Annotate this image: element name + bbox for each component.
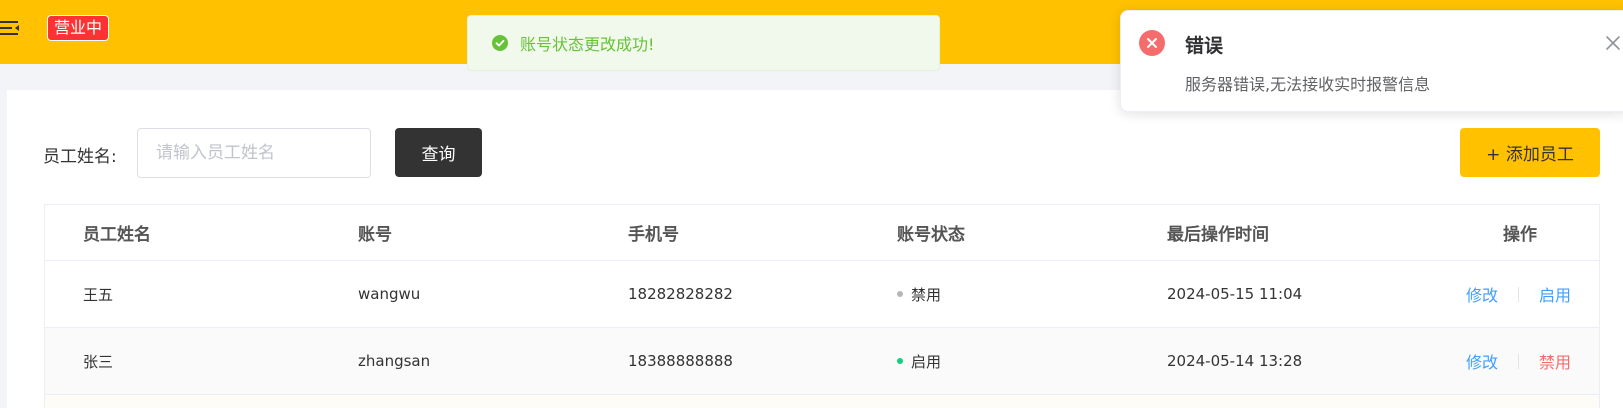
employee-name: 王五	[83, 285, 114, 304]
table-row	[45, 395, 1599, 408]
employee-account: zhangsan	[358, 352, 431, 370]
last-op-time: 2024-05-15 11:04	[1167, 285, 1303, 303]
table-row: 王五 wangwu 18282828282 禁用 2024-05-15 11:0…	[45, 261, 1599, 328]
header-account: 账号	[358, 225, 392, 245]
close-icon[interactable]	[1605, 35, 1621, 51]
menu-fold-icon[interactable]	[0, 18, 20, 38]
status-dot	[897, 291, 903, 297]
disable-link[interactable]: 禁用	[1539, 349, 1571, 373]
account-status: 禁用	[897, 261, 941, 327]
employee-name-search-input[interactable]	[137, 128, 371, 178]
divider	[1518, 353, 1520, 369]
status-dot	[897, 358, 903, 364]
employee-table: 员工姓名 账号 手机号 账号状态 最后操作时间 操作 王五 wangwu 182…	[44, 204, 1600, 408]
error-notification: 错误 服务器错误,无法接收实时报警信息	[1120, 10, 1623, 112]
notification-message: 服务器错误,无法接收实时报警信息	[1185, 75, 1431, 94]
status-text: 启用	[911, 352, 942, 371]
header-status: 账号状态	[897, 225, 965, 245]
query-button[interactable]: 查询	[395, 128, 482, 177]
account-status: 启用	[897, 328, 941, 394]
success-message: 账号状态更改成功!	[467, 15, 940, 71]
error-circle-icon	[1139, 30, 1165, 56]
employee-name: 张三	[83, 352, 114, 371]
success-message-text: 账号状态更改成功!	[520, 35, 655, 54]
edit-link[interactable]: 修改	[1466, 349, 1498, 373]
add-employee-button[interactable]: + 添加员工	[1460, 128, 1600, 177]
table-row: 张三 zhangsan 18388888888 启用 2024-05-14 13…	[45, 328, 1599, 395]
header-actions: 操作	[1503, 225, 1537, 245]
shop-status-tag: 营业中	[47, 15, 110, 41]
enable-link[interactable]: 启用	[1539, 282, 1571, 306]
header-name: 员工姓名	[83, 225, 151, 245]
row-actions: 修改 禁用	[1466, 328, 1571, 394]
edit-link[interactable]: 修改	[1466, 282, 1498, 306]
divider	[1518, 286, 1520, 302]
notification-title: 错误	[1185, 35, 1224, 57]
last-op-time: 2024-05-14 13:28	[1167, 352, 1303, 370]
search-label: 员工姓名:	[43, 147, 117, 167]
row-actions: 修改 启用	[1466, 261, 1571, 327]
header-phone: 手机号	[628, 225, 679, 245]
employee-account: wangwu	[358, 285, 421, 303]
table-header-row: 员工姓名 账号 手机号 账号状态 最后操作时间 操作	[45, 205, 1599, 261]
employee-phone: 18388888888	[628, 352, 733, 370]
employee-phone: 18282828282	[628, 285, 733, 303]
header-last-op-time: 最后操作时间	[1167, 225, 1269, 245]
status-text: 禁用	[911, 285, 942, 304]
check-circle-icon	[492, 35, 508, 51]
